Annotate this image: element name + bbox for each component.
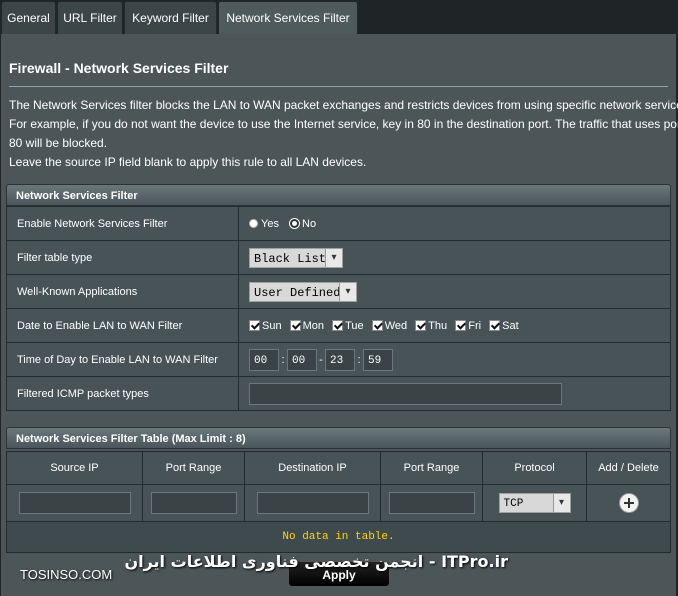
filter-table-columns: Source IP Port Range Destination IP Port…	[6, 451, 671, 485]
day-sat-label: Sat	[502, 319, 519, 332]
filter-type-value: Black List	[254, 251, 327, 266]
time-colon: :	[281, 353, 285, 366]
filter-table: Source IP Port Range Destination IP Port…	[6, 451, 671, 553]
time-row: Time of Day to Enable LAN to WAN Filter …	[6, 342, 671, 377]
day-tue-checkbox[interactable]	[332, 319, 344, 331]
wellknown-label: Well-Known Applications	[6, 274, 239, 309]
filter-type-select[interactable]: Black List ▾	[249, 247, 343, 268]
time-dash: -	[319, 353, 323, 366]
column-port-range: Port Range	[142, 451, 245, 485]
empty-row: No data in table.	[6, 521, 671, 553]
new-rule-row: TCP ▾	[6, 484, 671, 522]
filter-type-row: Filter table type Black List ▾	[6, 240, 671, 275]
column-source-ip: Source IP	[6, 451, 143, 485]
column-add-delete: Add / Delete	[586, 451, 671, 485]
source-port-cell	[142, 484, 245, 522]
chevron-down-icon: ▾	[552, 494, 570, 512]
time-cell: 00:00-23:59	[238, 342, 671, 377]
destination-port-input[interactable]	[388, 492, 475, 514]
date-row: Date to Enable LAN to WAN Filter Sun Mon…	[6, 308, 671, 343]
filter-type-label: Filter table type	[6, 240, 239, 275]
empty-table-message: No data in table.	[6, 521, 671, 553]
protocol-value: TCP	[503, 498, 524, 510]
source-port-input[interactable]	[150, 492, 237, 514]
day-fri-checkbox[interactable]	[455, 319, 467, 331]
source-ip-cell	[6, 484, 143, 522]
day-sat-checkbox[interactable]	[489, 319, 501, 331]
tab-url-filter[interactable]: URL Filter	[57, 1, 123, 34]
enable-row: Enable Network Services Filter Yes No	[6, 206, 671, 241]
wellknown-cell: User Defined ▾	[238, 274, 671, 309]
date-label: Date to Enable LAN to WAN Filter	[6, 308, 239, 343]
protocol-select[interactable]: TCP ▾	[498, 493, 571, 513]
tab-network-services-filter[interactable]: Network Services Filter	[218, 1, 358, 34]
day-thu-checkbox[interactable]	[415, 319, 427, 331]
day-wed-label: Wed	[384, 319, 408, 332]
end-hour-input[interactable]: 23	[325, 348, 355, 371]
day-tue-label: Tue	[345, 319, 364, 332]
day-thu-label: Thu	[428, 319, 448, 332]
enable-options: Yes No	[238, 206, 671, 241]
day-fri-label: Fri	[468, 319, 482, 332]
tab-keyword-filter[interactable]: Keyword Filter	[124, 1, 217, 34]
day-mon-checkbox[interactable]	[289, 319, 301, 331]
settings-section-header: Network Services Filter	[6, 184, 671, 206]
content-panel: Firewall - Network Services Filter The N…	[1, 34, 678, 596]
end-minute-input[interactable]: 59	[363, 348, 393, 371]
icmp-input[interactable]	[249, 382, 562, 405]
filter-type-cell: Black List ▾	[238, 240, 671, 275]
start-minute-input[interactable]: 00	[287, 348, 317, 371]
icmp-row: Filtered ICMP packet types	[6, 376, 671, 411]
title-divider	[9, 86, 668, 87]
start-hour-input[interactable]: 00	[249, 348, 279, 371]
wellknown-value: User Defined	[254, 285, 341, 300]
enable-yes-label: Yes	[261, 217, 279, 230]
wellknown-row: Well-Known Applications User Defined ▾	[6, 274, 671, 309]
column-destination-ip: Destination IP	[244, 451, 381, 485]
description-line-2: For example, if you do not want the devi…	[9, 117, 678, 131]
page-title: Firewall - Network Services Filter	[9, 60, 229, 76]
destination-ip-cell	[244, 484, 381, 522]
watermark-right: ITPro.ir - انجمن تخصصی فناوری اطلاعات ای…	[124, 552, 508, 571]
enable-yes-radio[interactable]	[249, 218, 258, 228]
column-protocol: Protocol	[482, 451, 587, 485]
date-cell: Sun Mon Tue Wed Thu Fri Sat	[238, 308, 671, 343]
destination-port-cell	[380, 484, 483, 522]
wellknown-select[interactable]: User Defined ▾	[249, 281, 357, 302]
description-line-3: 80 will be blocked.	[9, 136, 108, 150]
source-ip-input[interactable]	[18, 492, 131, 514]
column-port-range: Port Range	[380, 451, 483, 485]
icmp-cell	[238, 376, 671, 411]
tab-bar: General URL Filter Keyword Filter Networ…	[0, 0, 678, 34]
tab-general[interactable]: General	[1, 1, 56, 34]
day-sun-label: Sun	[262, 319, 282, 332]
chevron-down-icon: ▾	[325, 248, 342, 267]
description-line-4: Leave the source IP field blank to apply…	[9, 155, 367, 169]
enable-no-radio[interactable]	[290, 218, 300, 228]
destination-ip-input[interactable]	[256, 492, 369, 514]
day-mon-label: Mon	[302, 319, 325, 332]
enable-no-label: No	[302, 217, 317, 230]
chevron-down-icon: ▾	[339, 282, 356, 301]
description-line-1: The Network Services filter blocks the L…	[9, 98, 678, 112]
enable-label: Enable Network Services Filter	[6, 206, 239, 241]
day-wed-checkbox[interactable]	[371, 319, 383, 331]
day-sun-checkbox[interactable]	[249, 319, 260, 331]
add-rule-icon[interactable]	[618, 493, 639, 513]
time-colon: :	[357, 353, 361, 366]
filter-table-header: Network Services Filter Table (Max Limit…	[6, 427, 671, 449]
icmp-label: Filtered ICMP packet types	[6, 376, 239, 411]
settings-table: Enable Network Services Filter Yes No Fi…	[6, 206, 671, 411]
watermark-left: TOSINSO.COM	[20, 567, 113, 582]
protocol-cell: TCP ▾	[482, 484, 587, 522]
time-label: Time of Day to Enable LAN to WAN Filter	[6, 342, 239, 377]
add-cell	[586, 484, 671, 522]
